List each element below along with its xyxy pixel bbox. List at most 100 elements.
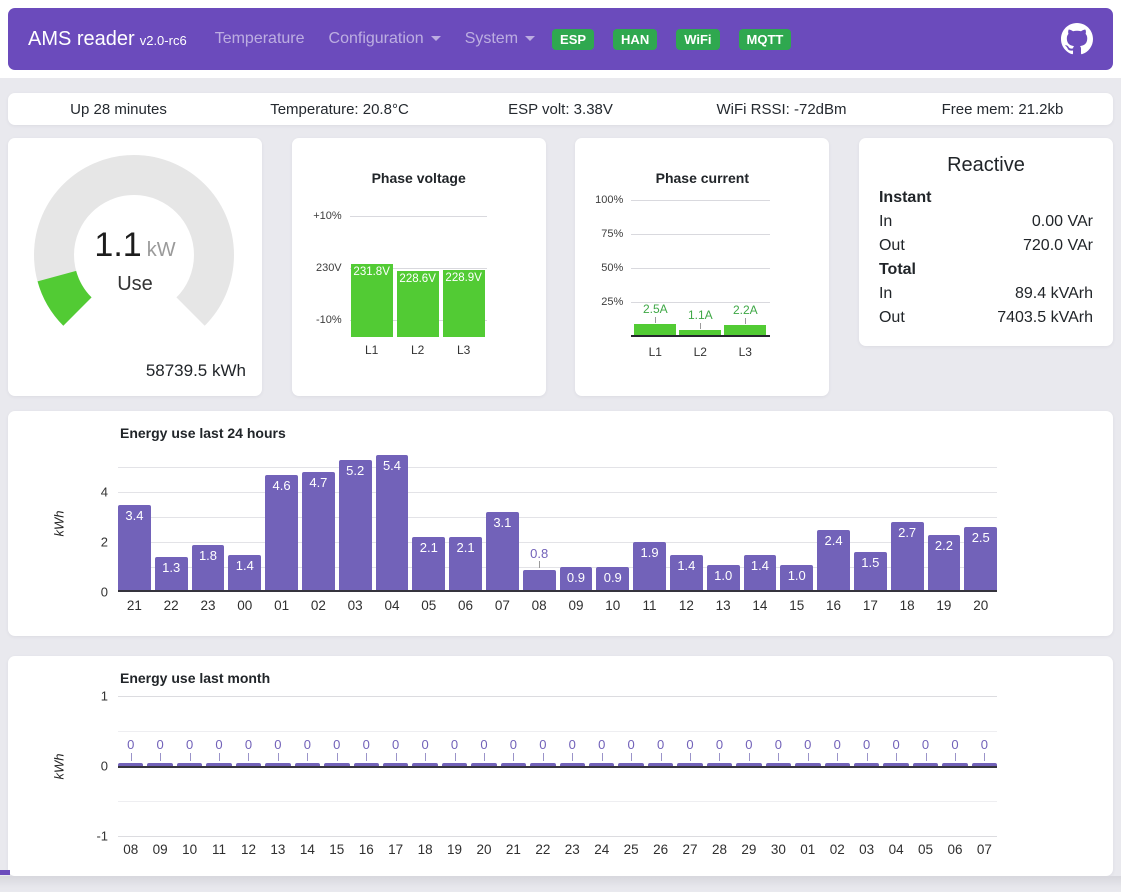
bar-value-label: 2.1 xyxy=(412,540,445,555)
x-tick-label: 21 xyxy=(501,842,526,857)
gauge-unit: kW xyxy=(147,239,176,261)
label-connector xyxy=(690,753,691,761)
label-connector xyxy=(396,753,397,761)
label-connector xyxy=(366,753,367,761)
bar-slot-13: 0 xyxy=(265,696,290,766)
x-axis-labels: 2122230001020304050607080910111213141516… xyxy=(118,598,997,613)
phase-current-card: Phase current 100%75%50%25%2.5A1.1A2.2AL… xyxy=(575,138,829,396)
nav-item-configuration[interactable]: Configuration xyxy=(329,30,441,48)
x-tick-label: L1 xyxy=(634,345,676,359)
reactive-section-label: Instant xyxy=(879,186,1093,210)
navbar: AMS readerv2.0-rc6 Temperature Configurat… xyxy=(8,8,1113,70)
bar-slot-25: 0 xyxy=(618,696,643,766)
energy-24h-plot: 0243.41.31.81.44.64.75.25.42.12.13.10.80… xyxy=(118,454,997,592)
energy-bar xyxy=(766,763,791,766)
bar-value-label: 1.4 xyxy=(670,558,703,573)
x-tick-label: 23 xyxy=(560,842,585,857)
energy-bar xyxy=(530,763,555,766)
x-axis-line xyxy=(118,590,997,592)
bar-slot-26: 0 xyxy=(648,696,673,766)
label-connector xyxy=(745,318,746,324)
bar-slot-03: 0 xyxy=(854,696,879,766)
energy-bar xyxy=(177,763,202,766)
current-bar-L1: 2.5A xyxy=(634,324,676,335)
bar-value-label: 2.5A xyxy=(634,302,676,316)
energy-bar xyxy=(648,763,673,766)
bar-value-label: 2.2A xyxy=(724,303,766,317)
badge-mqtt: MQTT xyxy=(739,29,792,50)
energy-bar xyxy=(883,763,908,766)
gauge-value: 1.1 xyxy=(94,226,141,264)
bar-value-label: 0 xyxy=(942,737,967,752)
current-bar-L3: 2.2A xyxy=(724,325,766,335)
footer-edge xyxy=(0,870,10,875)
bar-slot-21: 0 xyxy=(501,696,526,766)
bar-value-label: 0 xyxy=(766,737,791,752)
label-connector xyxy=(955,753,956,761)
bar-value-label: 0 xyxy=(913,737,938,752)
bar-slot-29: 0 xyxy=(736,696,761,766)
nav-item-temperature[interactable]: Temperature xyxy=(215,30,305,48)
energy-bar xyxy=(854,763,879,766)
energy-bar xyxy=(236,763,261,766)
github-icon[interactable] xyxy=(1061,23,1093,55)
label-connector xyxy=(543,753,544,761)
x-tick-label: 30 xyxy=(766,842,791,857)
bar-slot-07: 3.1 xyxy=(486,454,519,590)
label-connector xyxy=(160,753,161,761)
bar-slot-05: 0 xyxy=(913,696,938,766)
y-tick-label: 50% xyxy=(563,262,623,274)
nav-item-system[interactable]: System xyxy=(465,30,535,48)
x-tick-label: 04 xyxy=(376,598,409,613)
brand[interactable]: AMS readerv2.0-rc6 xyxy=(28,28,187,51)
gridline xyxy=(631,234,770,235)
x-tick-label: 20 xyxy=(964,598,997,613)
label-connector xyxy=(190,753,191,761)
x-tick-label: 24 xyxy=(589,842,614,857)
reactive-row-label: Out xyxy=(879,306,905,330)
energy-bar xyxy=(523,570,556,590)
label-connector xyxy=(602,753,603,761)
x-tick-label: 20 xyxy=(471,842,496,857)
x-tick-label: 15 xyxy=(780,598,813,613)
energy-bar xyxy=(736,763,761,766)
y-axis-title: kWh xyxy=(52,511,67,537)
energy-bar xyxy=(825,763,850,766)
gauge-total-kwh: 58739.5 kWh xyxy=(146,361,246,381)
bar-slot-11: 1.9 xyxy=(633,454,666,590)
label-connector xyxy=(425,753,426,761)
energy-bar xyxy=(383,763,408,766)
bar-slot-04: 0 xyxy=(883,696,908,766)
energy-bar xyxy=(501,763,526,766)
bar-slot-30: 0 xyxy=(766,696,791,766)
y-tick-label: 25% xyxy=(563,296,623,308)
energy-bar xyxy=(442,763,467,766)
y-tick-label: 230V xyxy=(282,262,342,274)
y-tick-label: 75% xyxy=(563,228,623,240)
bar-value-label: 1.4 xyxy=(744,558,777,573)
status-item: Up 28 minutes xyxy=(8,101,229,118)
bar-slot-01: 0 xyxy=(795,696,820,766)
bar-slot-14: 0 xyxy=(295,696,320,766)
energy-bar xyxy=(972,763,997,766)
reactive-row: Out7403.5 kVArh xyxy=(879,306,1093,330)
bar-value-label: 1.5 xyxy=(854,555,887,570)
energy-bar xyxy=(376,455,409,590)
status-item: WiFi RSSI: -72dBm xyxy=(671,101,892,118)
bar-value-label: 4.6 xyxy=(265,478,298,493)
page-content: Up 28 minutesTemperature: 20.8°CESP volt… xyxy=(0,78,1121,892)
energy-bar xyxy=(560,763,585,766)
chevron-down-icon xyxy=(525,36,535,41)
bar-value-label: 0 xyxy=(972,737,997,752)
bar-value-label: 0 xyxy=(295,737,320,752)
x-tick-label: 28 xyxy=(707,842,732,857)
bar-slot-08: 0 xyxy=(118,696,143,766)
y-tick-label: 4 xyxy=(58,485,108,500)
reactive-row-label: In xyxy=(879,210,892,234)
energy-bar xyxy=(147,763,172,766)
x-tick-label: 16 xyxy=(817,598,850,613)
x-tick-label: 06 xyxy=(942,842,967,857)
nav-menu: Temperature Configuration System xyxy=(191,30,535,48)
energy-bar xyxy=(471,763,496,766)
bar-value-label: 0 xyxy=(589,737,614,752)
